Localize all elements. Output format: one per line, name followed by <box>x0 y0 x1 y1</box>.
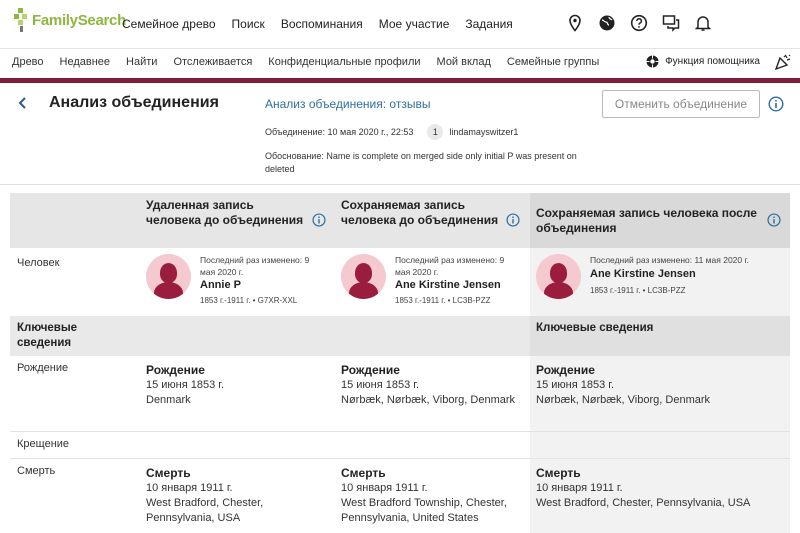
familysearch-logo[interactable]: FamilySearch <box>14 8 126 32</box>
column-header-deleted: Удаленная запись человека до объединения <box>146 198 304 227</box>
fact-title: Рождение <box>341 363 400 377</box>
last-modified: Последний раз изменено: 9 мая 2020 г. <box>395 255 505 277</box>
help-icon[interactable] <box>630 14 648 32</box>
fact-date: 15 июня 1853 г. <box>536 379 615 391</box>
location-pin-icon[interactable] <box>566 14 584 32</box>
helper-icon <box>646 55 659 68</box>
last-modified: Последний раз изменено: 9 мая 2020 г. <box>200 255 310 277</box>
subnav-item-contributions[interactable]: Мой вклад <box>437 56 491 68</box>
subnav-item-private-profiles[interactable]: Конфиденциальные профили <box>268 56 420 68</box>
accent-divider-bar <box>0 78 800 83</box>
female-avatar-icon <box>536 254 581 299</box>
nav-item-search[interactable]: Поиск <box>232 17 265 31</box>
info-icon[interactable] <box>506 213 520 227</box>
row-label-christening: Крещение <box>17 438 70 450</box>
female-avatar-icon <box>146 254 191 299</box>
subnav-item-tree[interactable]: Древо <box>12 56 44 68</box>
globe-icon[interactable] <box>598 14 616 32</box>
death-fact-kept-after: Смерть 10 января 1911 г. West Bradford, … <box>536 466 776 511</box>
subnav-item-recent[interactable]: Недавнее <box>60 56 111 68</box>
last-modified: Последний раз изменено: 11 мая 2020 г. <box>590 255 749 265</box>
nav-item-activity[interactable]: Мое участие <box>379 17 450 31</box>
nav-item-memories[interactable]: Воспоминания <box>281 17 363 31</box>
person-lifespan-id: 1853 г.-1911 г. • G7XR-XXL <box>200 296 298 305</box>
row-divider <box>10 431 790 432</box>
death-fact-kept-before: Смерть 10 января 1911 г. West Bradford T… <box>341 466 526 526</box>
header-icons <box>566 14 712 32</box>
fact-title: Рождение <box>146 363 205 377</box>
key-facts-heading: Ключевые сведения <box>536 322 654 334</box>
user-count-badge: 1 <box>427 124 444 140</box>
fact-place: Nørbæk, Nørbæk, Viborg, Denmark <box>341 394 516 406</box>
birth-fact-kept-after: Рождение 15 июня 1853 г. Nørbæk, Nørbæk,… <box>536 363 776 408</box>
merge-date: Объединение: 10 мая 2020 г., 22:53 <box>265 127 414 137</box>
row-label-key-facts: Ключевые сведения <box>17 322 78 349</box>
chat-icon[interactable] <box>662 14 680 32</box>
fact-date: 15 июня 1853 г. <box>341 379 420 391</box>
birth-fact-deleted: Рождение 15 июня 1853 г. Denmark <box>146 363 326 408</box>
fact-title: Смерть <box>536 466 581 480</box>
column-header-kept-before: Сохраняемая запись человека до объединен… <box>341 198 499 227</box>
top-header: FamilySearch Семейное древо Поиск Воспом… <box>0 0 800 48</box>
section-divider <box>0 184 800 185</box>
person-card-kept-before[interactable]: Последний раз изменено: 9 мая 2020 г. An… <box>341 254 531 310</box>
undo-merge-button[interactable]: Отменить объединение <box>602 90 760 118</box>
person-name[interactable]: Ane Kirstine Jensen <box>395 279 501 291</box>
back-chevron-icon[interactable] <box>18 96 28 115</box>
fact-place: Nørbæk, Nørbæk, Viborg, Denmark <box>536 394 711 406</box>
subnav-item-find[interactable]: Найти <box>126 56 157 68</box>
row-label-person: Человек <box>17 257 60 269</box>
birth-fact-kept-before: Рождение 15 июня 1853 г. Nørbæk, Nørbæk,… <box>341 363 521 408</box>
nav-item-tasks[interactable]: Задания <box>465 17 512 31</box>
merge-review-link[interactable]: Анализ объединения: отзывы <box>265 97 430 111</box>
fact-title: Рождение <box>536 363 595 377</box>
fact-title: Смерть <box>341 466 386 480</box>
row-label-birth: Рождение <box>17 362 69 374</box>
person-lifespan-id: 1853 г.-1911 г. • LC3B-PZZ <box>395 296 491 305</box>
party-popper-icon[interactable] <box>774 53 792 71</box>
info-icon[interactable] <box>768 96 784 112</box>
merge-reason: Обоснование: Name is complete on merged … <box>265 151 577 174</box>
person-card-kept-after[interactable]: Последний раз изменено: 11 мая 2020 г. A… <box>536 254 781 310</box>
brand-name: FamilySearch <box>32 11 126 29</box>
fact-date: 15 июня 1853 г. <box>146 379 225 391</box>
info-icon[interactable] <box>312 213 326 227</box>
person-name[interactable]: Annie P <box>200 279 241 291</box>
page-title: Анализ объединения <box>49 94 219 111</box>
helper-mode-button[interactable]: Функция помощника <box>646 55 760 68</box>
subnav-item-following[interactable]: Отслеживается <box>173 56 252 68</box>
female-avatar-icon <box>341 254 386 299</box>
bell-icon[interactable] <box>694 14 712 32</box>
person-lifespan-id: 1853 г.-1911 г. • LC3B-PZZ <box>590 286 686 295</box>
fact-date: 10 января 1911 г. <box>341 482 428 494</box>
death-fact-deleted: Смерть 10 января 1911 г. West Bradford, … <box>146 466 326 526</box>
secondary-nav: Древо Недавнее Найти Отслеживается Конфи… <box>0 48 800 78</box>
fact-place: West Bradford, Chester, Pennsylvania, US… <box>536 497 751 509</box>
fact-place: Denmark <box>146 394 191 406</box>
subnav-item-family-groups[interactable]: Семейные группы <box>507 56 599 68</box>
person-card-deleted[interactable]: Последний раз изменено: 9 мая 2020 г. An… <box>146 254 336 310</box>
row-label-death: Смерть <box>17 465 56 477</box>
merge-user[interactable]: lindamayswitzer1 <box>449 127 518 137</box>
fact-title: Смерть <box>146 466 191 480</box>
column-header-kept-after: Сохраняемая запись человека после объеди… <box>536 206 757 235</box>
fact-date: 10 января 1911 г. <box>146 482 233 494</box>
merge-info: Объединение: 10 мая 2020 г., 22:53 1 lin… <box>265 124 518 140</box>
tree-logo-icon <box>14 8 30 32</box>
helper-label: Функция помощника <box>665 56 760 67</box>
row-divider <box>10 458 790 459</box>
person-name[interactable]: Ane Kirstine Jensen <box>590 268 696 280</box>
fact-place: West Bradford, Chester, Pennsylvania, US… <box>146 497 264 524</box>
info-icon[interactable] <box>767 213 781 227</box>
fact-place: West Bradford Township, Chester, Pennsyl… <box>341 497 507 524</box>
main-nav: Семейное древо Поиск Воспоминания Мое уч… <box>122 17 529 31</box>
fact-date: 10 января 1911 г. <box>536 482 623 494</box>
nav-item-tree[interactable]: Семейное древо <box>122 17 216 31</box>
